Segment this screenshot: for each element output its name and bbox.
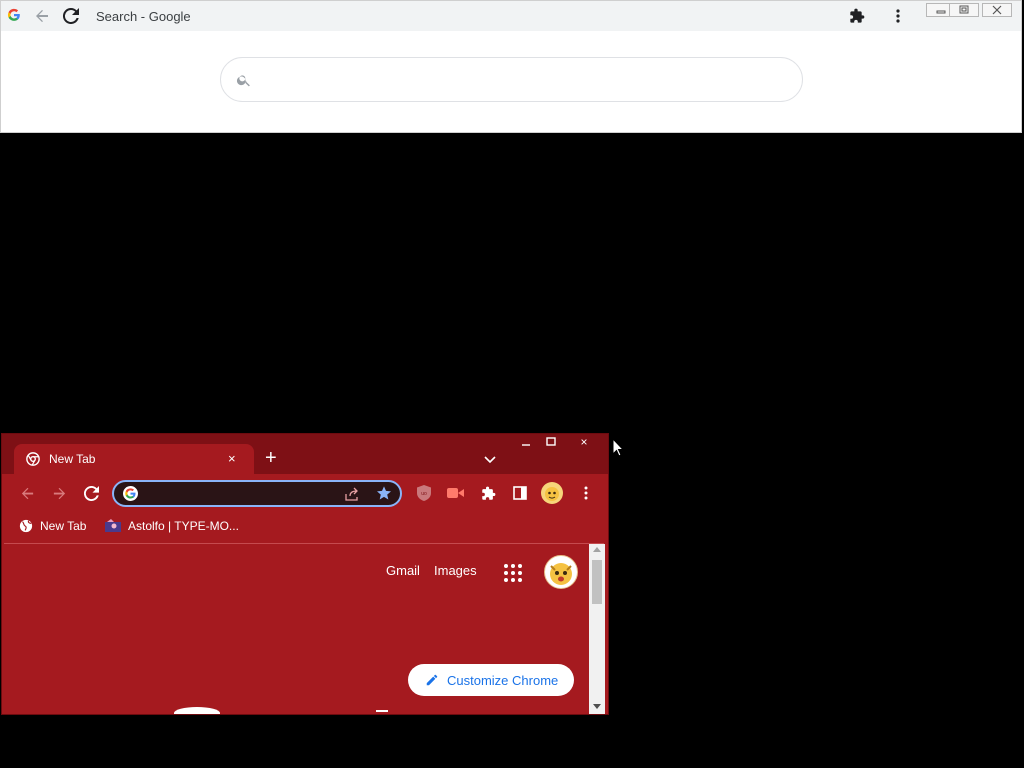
- extensions-button[interactable]: [479, 484, 497, 502]
- bookmark-label: Astolfo | TYPE-MO...: [128, 519, 239, 533]
- bookmark-favicon-icon: [105, 519, 121, 532]
- arrow-left-icon: [21, 487, 33, 499]
- search-box[interactable]: [220, 57, 803, 102]
- account-avatar[interactable]: [544, 555, 578, 589]
- tab-search-button[interactable]: [484, 451, 496, 469]
- forward-button[interactable]: [49, 483, 69, 503]
- google-g-icon: [123, 486, 138, 501]
- pencil-icon: [426, 674, 438, 686]
- tab-title: New Tab: [49, 452, 96, 466]
- globe-icon: [19, 519, 33, 533]
- google-apps-button[interactable]: [504, 564, 522, 582]
- reload-button[interactable]: [81, 483, 101, 503]
- reload-button[interactable]: [61, 6, 81, 26]
- back-button[interactable]: [17, 483, 37, 503]
- google-logo-peek: [174, 707, 220, 714]
- tab-strip: New Tab × + ×: [2, 434, 608, 474]
- video-extension-button[interactable]: [447, 484, 465, 502]
- close-icon: [992, 5, 1002, 15]
- mouse-cursor-icon: [612, 438, 624, 457]
- profile-avatar[interactable]: [541, 482, 563, 504]
- bookmark-label: New Tab: [40, 519, 87, 533]
- extensions-button[interactable]: [847, 6, 867, 26]
- chrome-icon: [26, 452, 40, 466]
- chrome-window: New Tab × + × uo New Tab Astolfo | TYPE-…: [1, 433, 609, 715]
- bookmark-new-tab[interactable]: New Tab: [19, 519, 86, 533]
- apps-dot: [504, 578, 508, 582]
- address-bar[interactable]: [112, 480, 402, 507]
- new-tab-button[interactable]: +: [265, 448, 277, 468]
- chevron-down-icon: [484, 456, 496, 464]
- restore-icon: [959, 5, 969, 14]
- window-title: Search - Google: [96, 9, 191, 24]
- images-link[interactable]: Images: [434, 563, 477, 578]
- apps-dot: [511, 578, 515, 582]
- apps-dot: [511, 571, 515, 575]
- puzzle-icon: [481, 486, 495, 500]
- address-input[interactable]: [144, 485, 338, 505]
- apps-dot: [511, 564, 515, 568]
- vertical-scrollbar[interactable]: [589, 544, 605, 714]
- title-bar: Search - Google: [1, 1, 1021, 31]
- new-tab-page: Gmail Images Customize Chrome: [4, 544, 589, 714]
- maximize-icon: [546, 437, 556, 446]
- reload-icon: [63, 8, 79, 24]
- reload-icon: [83, 485, 99, 501]
- minimize-icon: [936, 10, 946, 14]
- search-icon: [236, 75, 250, 87]
- apps-dot: [504, 564, 508, 568]
- scroll-up-arrow[interactable]: [593, 547, 601, 552]
- shield-extension-button[interactable]: uo: [415, 484, 433, 502]
- svg-text:uo: uo: [421, 491, 427, 497]
- red-maximize-button[interactable]: [535, 434, 567, 450]
- minimize-icon: [522, 444, 530, 446]
- search-input[interactable]: [265, 68, 789, 94]
- bookmarks-bar: New Tab Astolfo | TYPE-MO...: [2, 513, 608, 541]
- scroll-thumb[interactable]: [592, 560, 602, 604]
- arrow-right-icon: [53, 487, 65, 499]
- avatar-icon: [545, 487, 559, 501]
- toolbar: uo: [2, 474, 608, 512]
- menu-button[interactable]: [888, 6, 908, 26]
- back-button[interactable]: [32, 6, 52, 26]
- google-logo-icon: [7, 8, 20, 21]
- tab-new-tab[interactable]: New Tab ×: [14, 444, 254, 474]
- restore-button[interactable]: [949, 3, 979, 17]
- kebab-menu-icon: [584, 486, 588, 500]
- close-button[interactable]: [982, 3, 1012, 17]
- scroll-down-arrow[interactable]: [593, 704, 601, 709]
- side-panel-button[interactable]: [511, 484, 529, 502]
- shield-icon: uo: [417, 485, 431, 501]
- customize-chrome-button[interactable]: Customize Chrome: [408, 664, 574, 696]
- kebab-menu-icon: [896, 9, 900, 23]
- record-icon: [447, 488, 464, 498]
- apps-dot: [518, 564, 522, 568]
- puzzle-icon: [850, 8, 865, 23]
- app-window-google-search: Search - Google: [0, 0, 1022, 133]
- bookmark-astolfo[interactable]: Astolfo | TYPE-MO...: [105, 519, 239, 533]
- star-icon[interactable]: [376, 485, 392, 501]
- tab-close-button[interactable]: ×: [228, 451, 236, 466]
- red-close-button[interactable]: ×: [568, 434, 600, 450]
- avatar-icon: [550, 563, 572, 585]
- chrome-menu-button[interactable]: [577, 484, 595, 502]
- gmail-link[interactable]: Gmail: [386, 563, 420, 578]
- apps-dot: [518, 578, 522, 582]
- share-icon[interactable]: [344, 486, 360, 502]
- apps-dot: [504, 571, 508, 575]
- side-panel-icon: [513, 486, 527, 500]
- customize-label: Customize Chrome: [447, 672, 559, 688]
- apps-dot: [518, 571, 522, 575]
- content-peek: [376, 710, 388, 712]
- arrow-left-icon: [36, 10, 48, 22]
